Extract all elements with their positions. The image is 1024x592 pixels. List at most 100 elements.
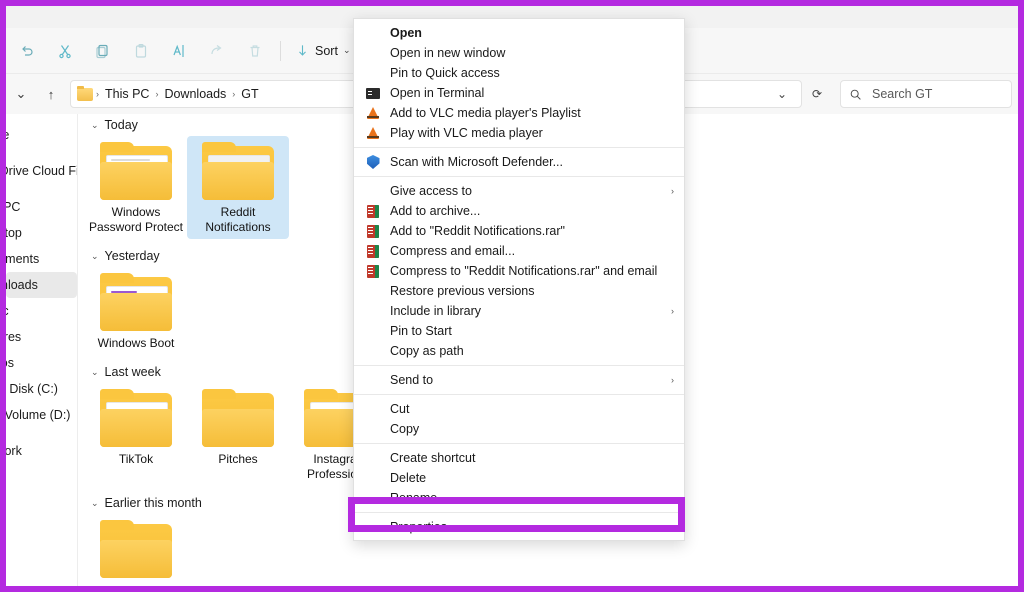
folder-tile-tiktok[interactable]: TikTok <box>85 383 187 486</box>
cut-button[interactable] <box>46 35 84 67</box>
context-menu-item-delete[interactable]: Delete <box>354 468 684 488</box>
no-icon <box>362 519 384 535</box>
context-menu-item-send-to[interactable]: Send to › <box>354 370 684 390</box>
context-menu-item-add-to-archive[interactable]: Add to archive... <box>354 201 684 221</box>
group-header-label: Today <box>105 118 138 132</box>
context-menu-item-label: Send to <box>390 373 671 387</box>
context-menu-item-label: Add to archive... <box>390 204 674 218</box>
sidebar-item-label: Network <box>6 444 22 458</box>
winrar-icon <box>362 243 384 259</box>
no-icon <box>362 343 384 359</box>
context-menu-item-label: Copy as path <box>390 344 674 358</box>
sidebar-item-new-volume-d[interactable]: New Volume (D:) <box>6 402 77 428</box>
context-menu-item-pin-to-quick-access[interactable]: Pin to Quick access <box>354 63 684 83</box>
sort-button[interactable]: Sort ⌄ <box>287 35 358 67</box>
context-menu-item-label: Rename <box>390 491 674 505</box>
delete-button[interactable] <box>236 35 274 67</box>
context-menu-item-pin-to-start[interactable]: Pin to Start <box>354 321 684 341</box>
undo-button[interactable] <box>8 35 46 67</box>
navigation-sidebar[interactable]: Home OneDrive Cloud Files This PC Deskto… <box>6 114 78 586</box>
chevron-right-icon: › <box>671 306 674 316</box>
context-menu-item-compress-and-email[interactable]: Compress and email... <box>354 241 684 261</box>
folder-tile-windows-password-protect[interactable]: Windows Password Protect <box>85 136 187 239</box>
folder-tile-windows-boot[interactable]: Windows Boot <box>85 267 187 355</box>
context-menu-item-label: Cut <box>390 402 674 416</box>
context-menu-item-label: Create shortcut <box>390 451 674 465</box>
refresh-button[interactable]: ⟳ <box>802 82 832 106</box>
context-menu-item-open-in-terminal[interactable]: Open in Terminal <box>354 83 684 103</box>
search-placeholder: Search GT <box>872 87 932 101</box>
no-icon <box>362 323 384 339</box>
context-menu-item-scan-with-defender[interactable]: Scan with Microsoft Defender... <box>354 152 684 172</box>
context-menu-item-open[interactable]: Open <box>354 23 684 43</box>
no-icon <box>362 65 384 81</box>
folder-label: TikTok <box>119 452 153 467</box>
no-icon <box>362 45 384 61</box>
rename-button[interactable] <box>160 35 198 67</box>
copy-button[interactable] <box>84 35 122 67</box>
context-menu-item-label: Include in library <box>390 304 671 318</box>
context-menu-item-rename[interactable]: Rename <box>354 488 684 508</box>
context-menu-item-restore-previous-versions[interactable]: Restore previous versions <box>354 281 684 301</box>
winrar-icon <box>362 203 384 219</box>
breadcrumb-gt[interactable]: GT <box>236 87 263 101</box>
sidebar-item-network[interactable]: Network <box>6 438 77 464</box>
folder-tile-reddit-notifications[interactable]: Reddit Notifications <box>187 136 289 239</box>
chevron-down-icon: ⌄ <box>343 45 351 56</box>
context-menu-item-copy-as-path[interactable]: Copy as path <box>354 341 684 361</box>
context-menu-item-create-shortcut[interactable]: Create shortcut <box>354 448 684 468</box>
group-header-label: Last week <box>105 365 161 379</box>
context-menu-item-cut[interactable]: Cut <box>354 399 684 419</box>
search-input[interactable]: Search GT <box>840 80 1012 108</box>
sidebar-item-pictures[interactable]: Pictures <box>6 324 77 350</box>
up-button[interactable]: ↑ <box>36 79 66 109</box>
sidebar-item-label: Home <box>6 128 9 142</box>
folder-icon <box>100 389 172 447</box>
breadcrumb-this-pc[interactable]: This PC <box>100 87 154 101</box>
sidebar-item-label: Music <box>6 304 9 318</box>
folder-label: Reddit Notifications <box>189 205 287 235</box>
context-menu-item-properties[interactable]: Properties <box>354 517 684 537</box>
folder-tile-pitches[interactable]: Pitches <box>187 383 289 486</box>
sidebar-item-label: Videos <box>6 356 14 370</box>
sidebar-item-videos[interactable]: Videos <box>6 350 77 376</box>
sidebar-item-onedrive[interactable]: OneDrive Cloud Files <box>6 158 77 184</box>
sidebar-item-documents[interactable]: Documents <box>6 246 77 272</box>
context-menu-item-open-in-new-window[interactable]: Open in new window <box>354 43 684 63</box>
context-menu-item-give-access-to[interactable]: Give access to › <box>354 181 684 201</box>
context-menu[interactable]: Open Open in new window Pin to Quick acc… <box>353 18 685 541</box>
no-icon <box>362 421 384 437</box>
breadcrumb-downloads[interactable]: Downloads <box>159 87 231 101</box>
sidebar-item-local-disk-c[interactable]: Local Disk (C:) <box>6 376 77 402</box>
context-menu-item-add-to-rar[interactable]: Add to "Reddit Notifications.rar" <box>354 221 684 241</box>
back-chevron-icon[interactable]: ⌄ <box>6 79 36 109</box>
no-icon <box>362 303 384 319</box>
context-menu-item-label: Compress and email... <box>390 244 674 258</box>
folder-icon <box>202 389 274 447</box>
folder-icon <box>77 88 93 101</box>
folder-tile-partial[interactable] <box>85 514 187 582</box>
context-menu-item-include-in-library[interactable]: Include in library › <box>354 301 684 321</box>
sidebar-item-downloads[interactable]: Downloads <box>6 272 77 298</box>
context-menu-item-label: Add to "Reddit Notifications.rar" <box>390 224 674 238</box>
sidebar-item-desktop[interactable]: Desktop <box>6 220 77 246</box>
context-menu-item-copy[interactable]: Copy <box>354 419 684 439</box>
sidebar-item-music[interactable]: Music <box>6 298 77 324</box>
sidebar-item-home[interactable]: Home <box>6 122 77 148</box>
chevron-down-icon: ⌄ <box>91 367 99 378</box>
no-icon <box>362 372 384 388</box>
terminal-icon <box>362 85 384 101</box>
context-menu-item-label: Restore previous versions <box>390 284 674 298</box>
paste-button[interactable] <box>122 35 160 67</box>
context-menu-item-compress-to-rar-and-email[interactable]: Compress to "Reddit Notifications.rar" a… <box>354 261 684 281</box>
share-button[interactable] <box>198 35 236 67</box>
context-menu-item-add-to-vlc-playlist[interactable]: Add to VLC media player's Playlist <box>354 103 684 123</box>
folder-icon <box>100 520 172 578</box>
sidebar-item-this-pc[interactable]: This PC <box>6 194 77 220</box>
context-menu-item-play-with-vlc[interactable]: Play with VLC media player <box>354 123 684 143</box>
address-dropdown-icon[interactable]: ⌄ <box>769 82 795 106</box>
winrar-icon <box>362 223 384 239</box>
no-icon <box>362 470 384 486</box>
search-icon <box>849 88 862 101</box>
sidebar-item-label: Local Disk (C:) <box>6 382 58 396</box>
